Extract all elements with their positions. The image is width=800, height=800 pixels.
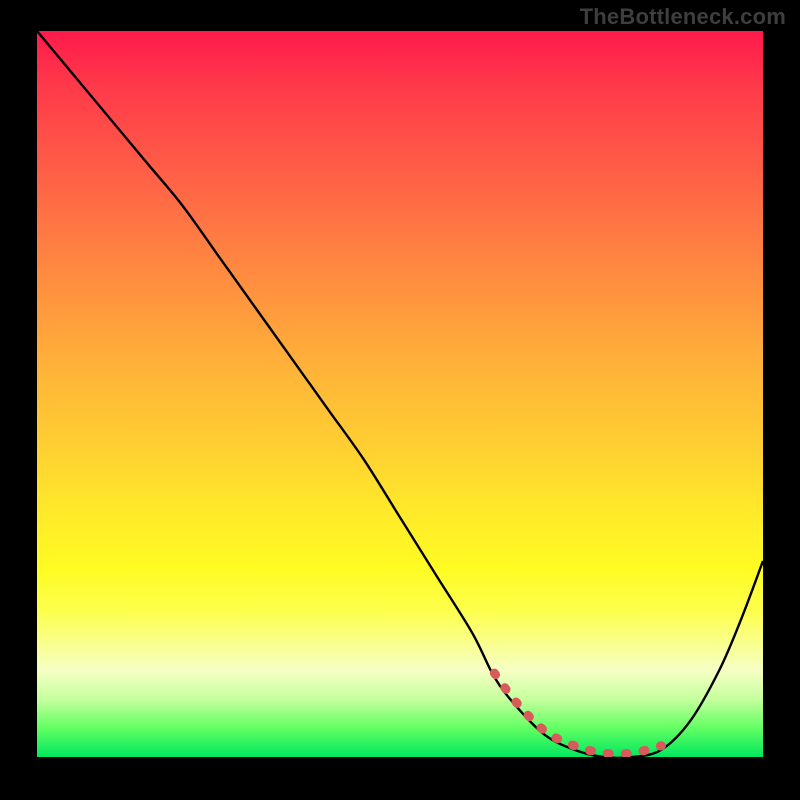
optimal-zone-marker — [37, 31, 763, 757]
chart-frame: TheBottleneck.com — [0, 0, 800, 800]
marker-path — [494, 673, 661, 754]
watermark-text: TheBottleneck.com — [580, 4, 786, 30]
plot-area — [37, 31, 763, 757]
